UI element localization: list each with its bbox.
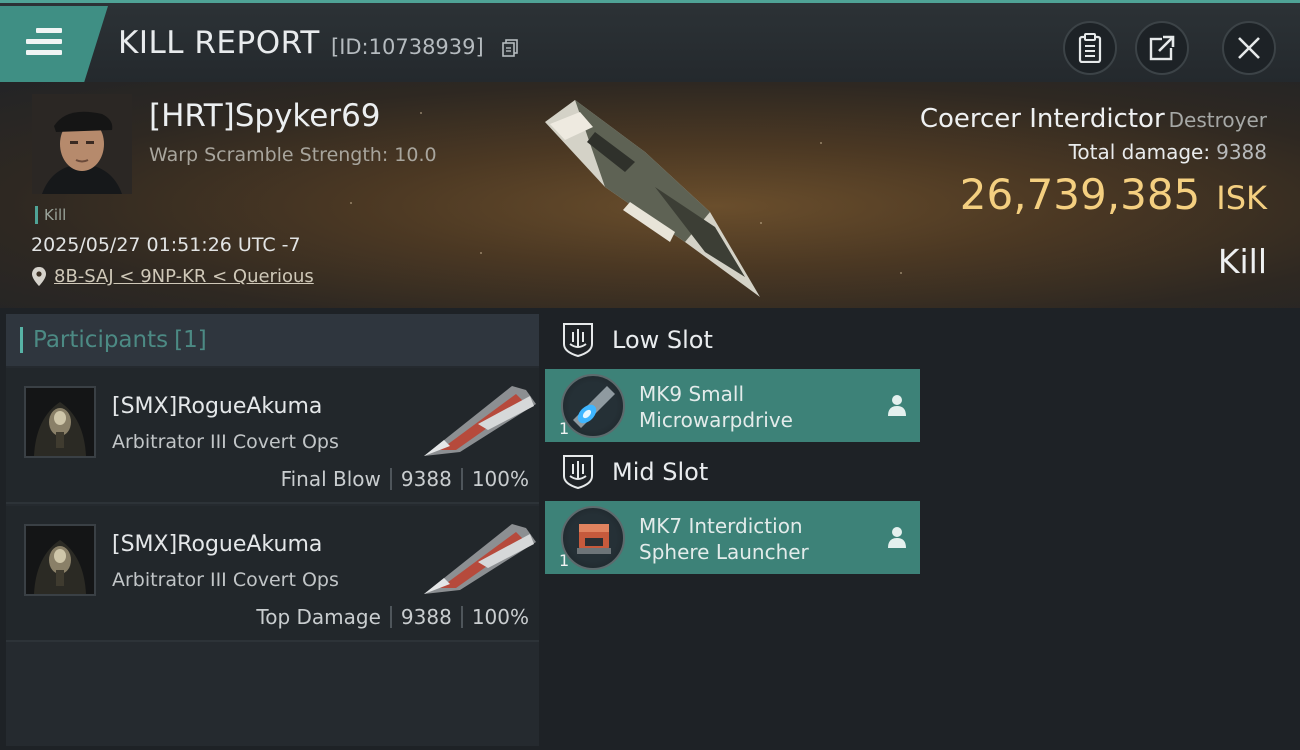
low-slot-header: Low Slot (562, 322, 713, 358)
menu-icon (26, 28, 62, 56)
participant-damage: 9388 (400, 467, 452, 491)
ship-name[interactable]: Coercer Interdictor (920, 104, 1165, 134)
module-name: MK7 Interdiction Sphere Launcher (639, 513, 869, 565)
module-item[interactable]: 1 MK9 Small Microwarpdrive (545, 369, 920, 442)
header-bar: KILL REPORT [ID:10738939] (0, 0, 1300, 82)
share-button[interactable] (1135, 21, 1189, 75)
total-damage-value: 9388 (1216, 140, 1267, 164)
share-icon (1149, 35, 1175, 61)
module-name-line2: Sphere Launcher (639, 540, 809, 564)
menu-button[interactable] (0, 6, 108, 82)
slot-label: Mid Slot (612, 458, 709, 486)
isk-value: 26,739,385 ISK (960, 170, 1267, 219)
person-icon[interactable] (886, 525, 908, 549)
location-breadcrumb: 8B-SAJ < 9NP-KR < Querious (32, 266, 314, 287)
module-name-line2: Microwarpdrive (639, 408, 793, 432)
microwarpdrive-icon (573, 386, 615, 428)
participant-role: Final Blow (280, 467, 381, 491)
participant-ship-image[interactable] (420, 380, 538, 460)
participant-stats: Top Damage 9388 100% (256, 605, 529, 629)
page-title: KILL REPORT (118, 25, 320, 61)
victim-portrait (32, 94, 132, 194)
participant-avatar[interactable] (24, 524, 96, 596)
location-link[interactable]: 8B-SAJ < 9NP-KR < Querious (54, 266, 314, 287)
module-name-line1: MK9 Small (639, 382, 744, 406)
module-quantity: 1 (559, 551, 570, 570)
warp-scramble-strength: Warp Scramble Strength: 10.0 (149, 144, 437, 166)
helmet-portrait (26, 526, 94, 594)
location-pin-icon (32, 267, 46, 286)
participant-percent: 100% (471, 605, 529, 629)
copy-icon[interactable] (502, 39, 518, 57)
module-name-line1: MK7 Interdiction (639, 514, 803, 538)
victim-ship: Coercer Interdictor Destroyer (920, 104, 1267, 134)
ship-class: Destroyer (1168, 108, 1267, 132)
participant-percent: 100% (471, 467, 529, 491)
total-damage: Total damage: 9388 (1069, 140, 1267, 164)
participant-ship: Arbitrator III Covert Ops (112, 431, 339, 453)
victim-avatar[interactable] (32, 94, 132, 194)
report-id: [ID:10738939] (331, 35, 484, 59)
shield-icon (563, 455, 593, 490)
participant-name[interactable]: [SMX]RogueAkuma (112, 532, 322, 557)
mid-slot-header: Mid Slot (562, 454, 708, 490)
isk-unit: ISK (1216, 179, 1267, 217)
launcher-icon (577, 524, 611, 554)
participant-damage: 9388 (400, 605, 452, 629)
module-icon (561, 506, 625, 570)
kill-tag: Kill (35, 206, 66, 224)
victim-banner: [HRT]Spyker69 Warp Scramble Strength: 10… (0, 82, 1300, 308)
participant-stats: Final Blow 9388 100% (281, 467, 529, 491)
participants-count: [1] (174, 327, 207, 353)
module-name: MK9 Small Microwarpdrive (639, 381, 869, 433)
participants-header: Participants [1] (6, 314, 539, 366)
shield-icon (563, 323, 593, 358)
participant-row[interactable]: [SMX]RogueAkuma Arbitrator III Covert Op… (6, 368, 539, 504)
victim-name[interactable]: [HRT]Spyker69 (149, 98, 381, 134)
close-icon (1238, 37, 1260, 59)
participant-role: Top Damage (256, 605, 381, 629)
participant-name[interactable]: [SMX]RogueAkuma (112, 394, 322, 419)
result-label: Kill (1217, 242, 1267, 281)
clipboard-icon (1078, 33, 1102, 63)
isk-amount: 26,739,385 (959, 170, 1201, 219)
close-button[interactable] (1222, 21, 1276, 75)
module-icon (561, 374, 625, 438)
person-icon[interactable] (886, 393, 908, 417)
victim-ship-image[interactable] (535, 92, 770, 302)
participant-ship-image[interactable] (420, 518, 538, 598)
participants-label: Participants (33, 327, 169, 353)
total-damage-label: Total damage: (1068, 140, 1211, 164)
participants-panel: Participants [1] [SMX]RogueAkuma Arbitra… (6, 314, 539, 746)
slot-label: Low Slot (612, 326, 713, 354)
clipboard-button[interactable] (1063, 21, 1117, 75)
module-item[interactable]: 1 MK7 Interdiction Sphere Launcher (545, 501, 920, 574)
helmet-portrait (26, 388, 94, 456)
participant-row[interactable]: [SMX]RogueAkuma Arbitrator III Covert Op… (6, 506, 539, 642)
participant-ship: Arbitrator III Covert Ops (112, 569, 339, 591)
participant-avatar[interactable] (24, 386, 96, 458)
module-quantity: 1 (559, 419, 570, 438)
kill-datetime: 2025/05/27 01:51:26 UTC -7 (31, 234, 301, 256)
